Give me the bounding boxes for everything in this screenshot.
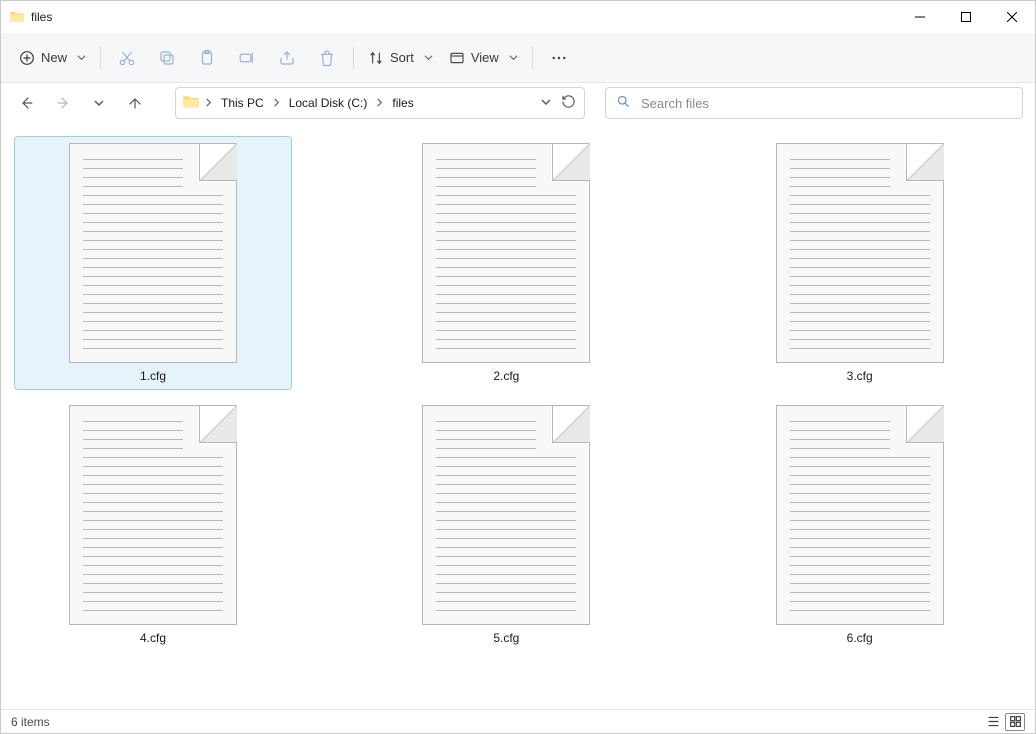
- view-button-label: View: [471, 50, 499, 65]
- view-button[interactable]: View: [441, 40, 526, 76]
- paste-button[interactable]: [187, 40, 227, 76]
- separator: [353, 47, 354, 69]
- forward-button[interactable]: [49, 89, 77, 117]
- new-button-label: New: [41, 50, 67, 65]
- file-label: 1.cfg: [140, 369, 166, 383]
- address-dropdown-button[interactable]: [541, 96, 551, 110]
- file-label: 5.cfg: [493, 631, 519, 645]
- search-input[interactable]: [641, 96, 1012, 111]
- text-file-icon: [69, 143, 237, 363]
- chevron-down-icon: [77, 51, 86, 65]
- chevron-down-icon: [509, 51, 518, 65]
- maximize-button[interactable]: [943, 1, 989, 33]
- search-box[interactable]: [605, 87, 1023, 119]
- file-view[interactable]: 1.cfg 2.cfg 3.cfg 4.cfg 5.cfg 6.cfg: [1, 123, 1035, 709]
- titlebar: files: [1, 1, 1035, 33]
- navigation-row: This PC Local Disk (C:) files: [1, 83, 1035, 123]
- up-button[interactable]: [121, 89, 149, 117]
- breadcrumb-this-pc[interactable]: This PC: [217, 94, 268, 112]
- view-mode-toggle: [983, 713, 1025, 731]
- file-label: 6.cfg: [847, 631, 873, 645]
- folder-icon: [9, 9, 25, 25]
- breadcrumb-files[interactable]: files: [388, 94, 417, 112]
- copy-button[interactable]: [147, 40, 187, 76]
- text-file-icon: [422, 143, 590, 363]
- text-file-icon: [776, 143, 944, 363]
- separator: [532, 47, 533, 69]
- window-title: files: [31, 10, 52, 24]
- refresh-button[interactable]: [561, 94, 576, 112]
- share-button[interactable]: [267, 40, 307, 76]
- chevron-right-icon[interactable]: [202, 96, 215, 110]
- file-label: 3.cfg: [847, 369, 873, 383]
- file-item[interactable]: 2.cfg: [368, 137, 644, 389]
- search-icon: [616, 94, 631, 112]
- item-count: 6 items: [11, 715, 50, 729]
- delete-button[interactable]: [307, 40, 347, 76]
- file-label: 4.cfg: [140, 631, 166, 645]
- back-button[interactable]: [13, 89, 41, 117]
- more-button[interactable]: [539, 40, 579, 76]
- text-file-icon: [776, 405, 944, 625]
- chevron-down-icon: [424, 51, 433, 65]
- separator: [100, 47, 101, 69]
- new-button[interactable]: New: [11, 40, 94, 76]
- minimize-button[interactable]: [897, 1, 943, 33]
- file-item[interactable]: 5.cfg: [368, 399, 644, 651]
- file-item[interactable]: 1.cfg: [15, 137, 291, 389]
- large-icons-view-button[interactable]: [1005, 713, 1025, 731]
- sort-button[interactable]: Sort: [360, 40, 441, 76]
- file-label: 2.cfg: [493, 369, 519, 383]
- status-bar: 6 items: [1, 709, 1035, 733]
- rename-button[interactable]: [227, 40, 267, 76]
- cut-button[interactable]: [107, 40, 147, 76]
- address-bar[interactable]: This PC Local Disk (C:) files: [175, 87, 585, 119]
- recent-locations-button[interactable]: [85, 89, 113, 117]
- chevron-right-icon[interactable]: [373, 96, 386, 110]
- text-file-icon: [69, 405, 237, 625]
- folder-icon: [182, 93, 200, 114]
- toolbar: New Sort View: [1, 33, 1035, 83]
- chevron-right-icon[interactable]: [270, 96, 283, 110]
- breadcrumb-local-disk[interactable]: Local Disk (C:): [285, 94, 372, 112]
- text-file-icon: [422, 405, 590, 625]
- file-item[interactable]: 3.cfg: [722, 137, 998, 389]
- file-item[interactable]: 6.cfg: [722, 399, 998, 651]
- close-button[interactable]: [989, 1, 1035, 33]
- details-view-button[interactable]: [983, 713, 1003, 731]
- file-item[interactable]: 4.cfg: [15, 399, 291, 651]
- sort-button-label: Sort: [390, 50, 414, 65]
